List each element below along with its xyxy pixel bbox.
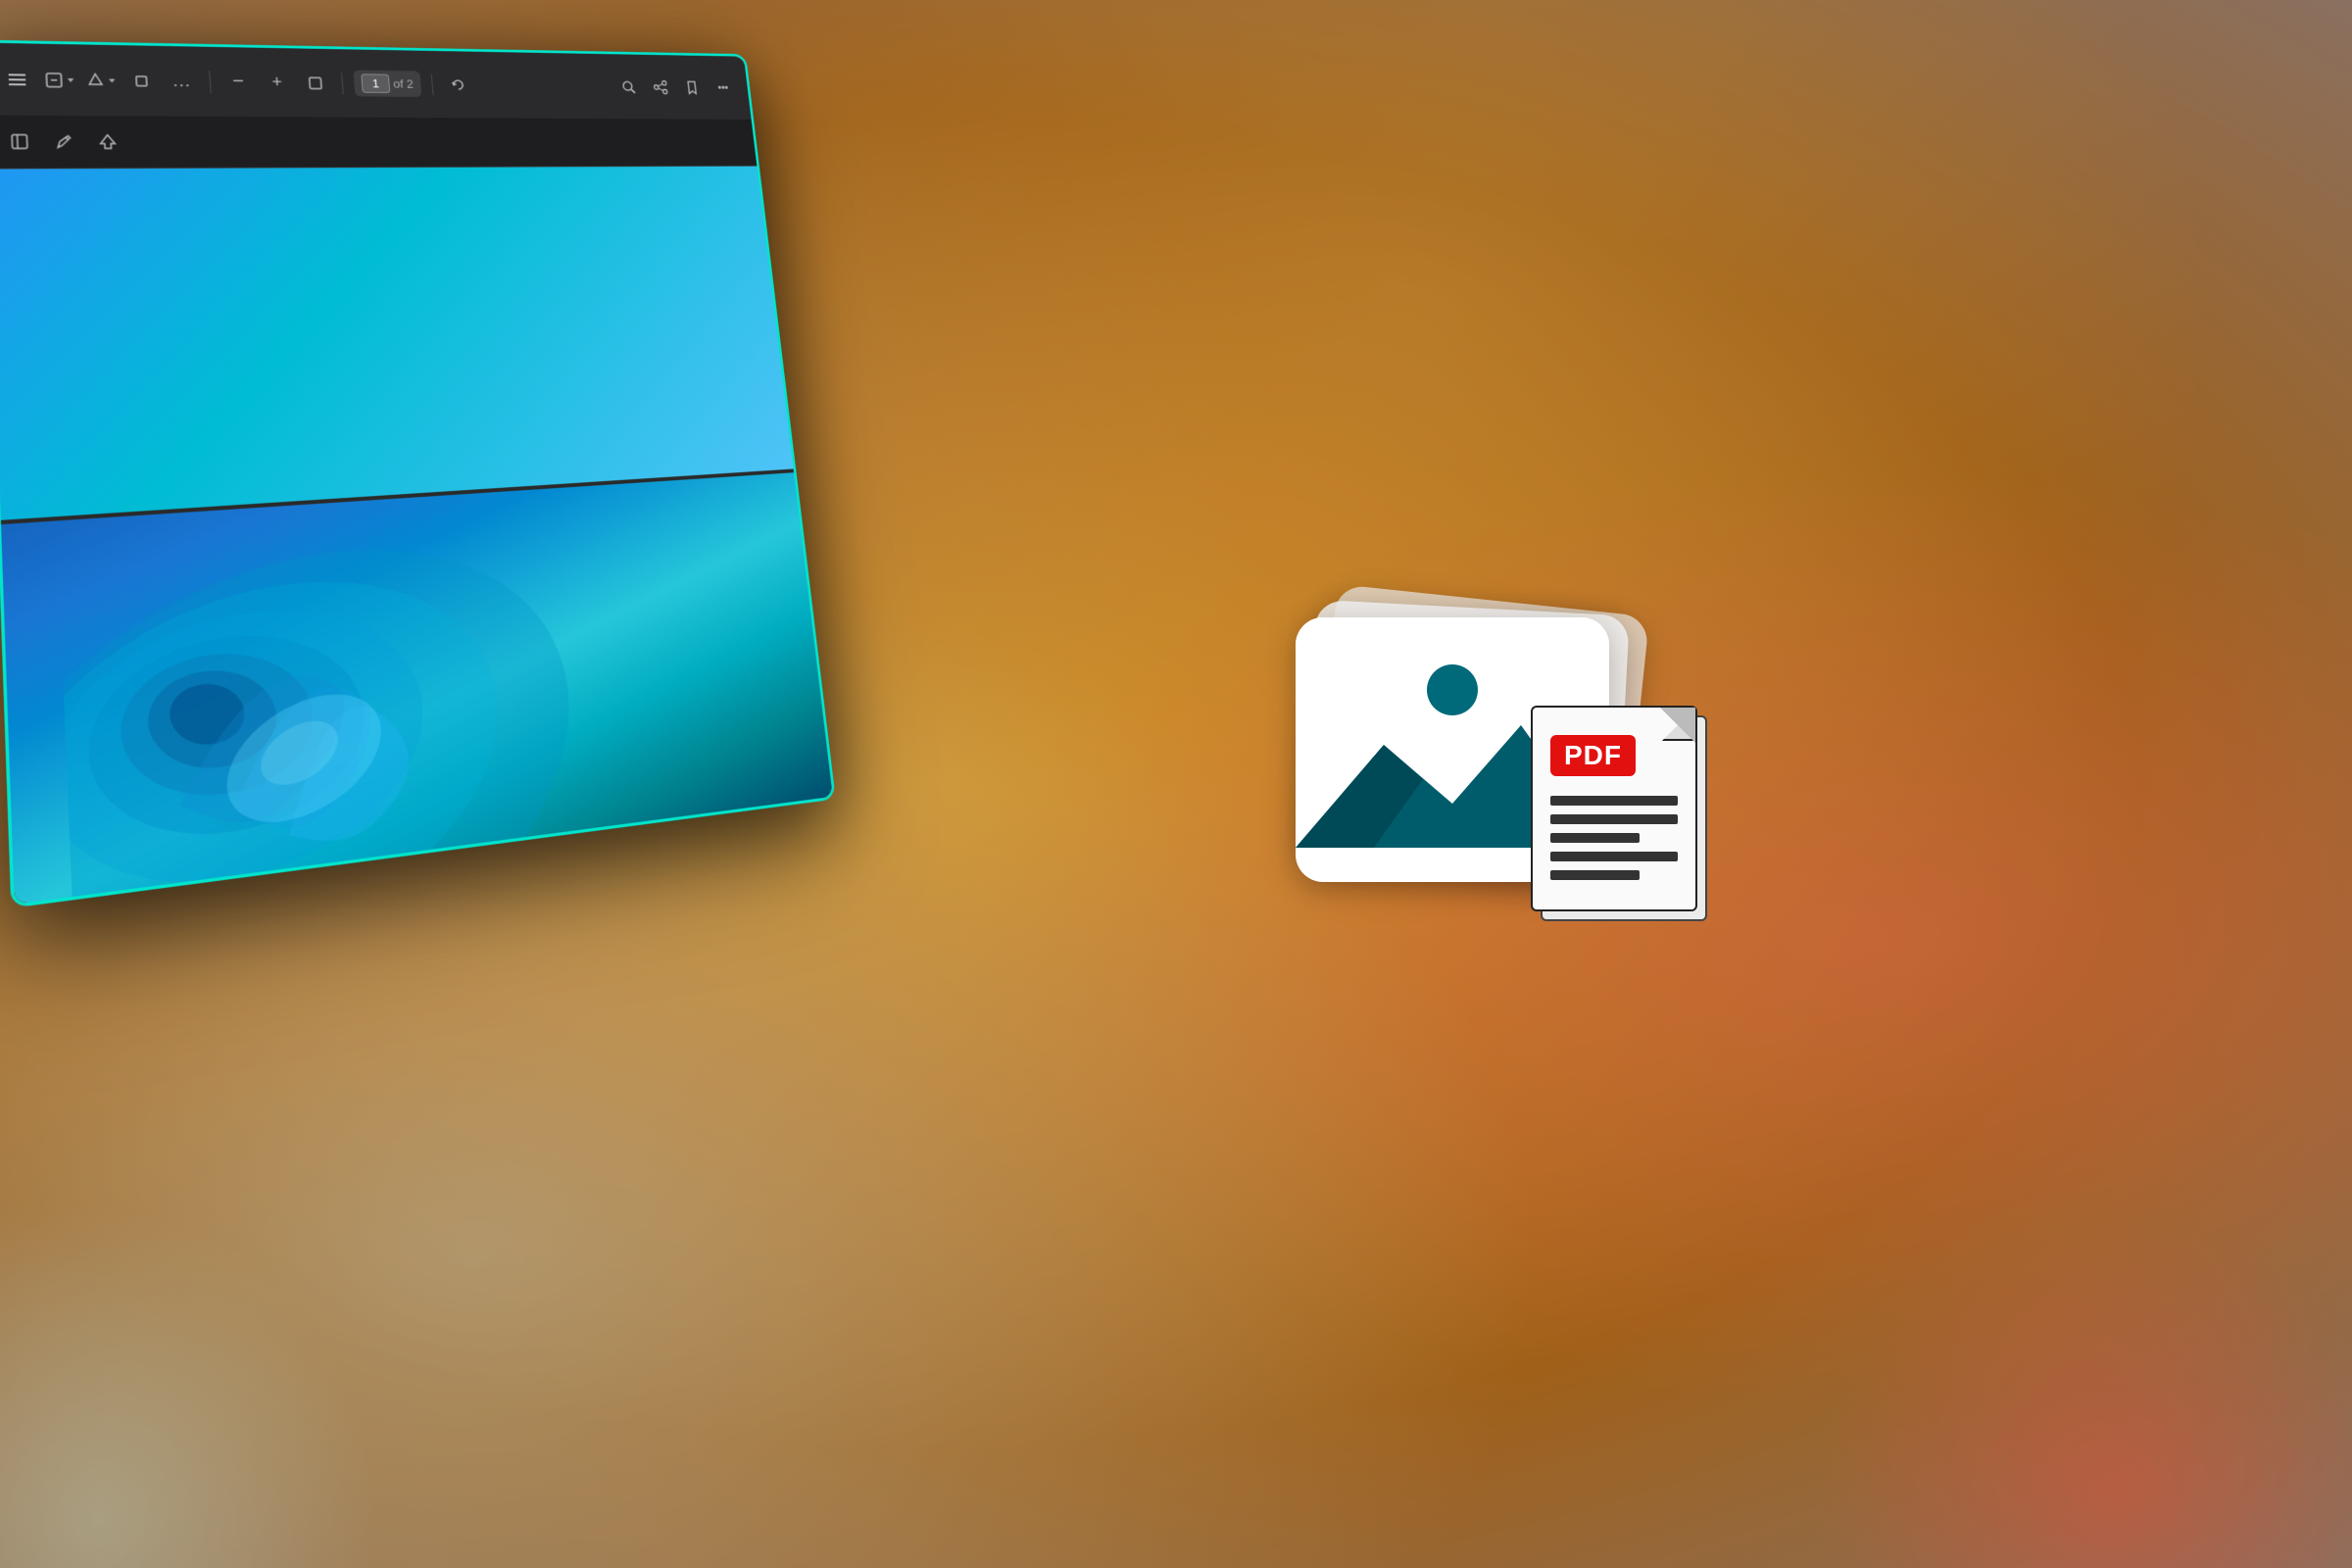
- doc-line-1: [1550, 796, 1678, 806]
- doc-line-5: [1550, 870, 1640, 880]
- more-button[interactable]: ...: [165, 66, 198, 96]
- pdf-badge: PDF: [1550, 735, 1636, 776]
- doc-page-front: PDF: [1531, 706, 1697, 911]
- page-nav-group: of 2: [353, 71, 421, 97]
- zoom-out-button[interactable]: −: [221, 67, 255, 97]
- background-bottom-glow: [1764, 1176, 2352, 1568]
- pdf-pages-area: [0, 167, 833, 905]
- highlight-dropdown-button[interactable]: [83, 65, 118, 95]
- background-left-glow: [0, 1078, 490, 1568]
- page-number-input[interactable]: [361, 74, 390, 93]
- toolbar-right-controls: •••: [613, 73, 738, 101]
- pdf-document-icon: PDF: [1531, 706, 1727, 931]
- rotate-button[interactable]: [442, 71, 473, 99]
- fit-page-button[interactable]: [299, 68, 331, 97]
- photo-stack-icon: PDF: [1296, 617, 1668, 951]
- top-toolbar: ... − + of 2: [0, 43, 752, 120]
- search-button[interactable]: [613, 73, 644, 100]
- sidebar-toggle-button[interactable]: [2, 126, 37, 158]
- icon-composition: PDF: [1168, 529, 1795, 1039]
- doc-line-4: [1550, 852, 1678, 861]
- page-total: of 2: [393, 77, 415, 91]
- doc-line-3: [1550, 833, 1640, 843]
- menu-button[interactable]: [0, 64, 34, 95]
- pdf-page-1: [0, 167, 794, 525]
- separator-2: [341, 73, 344, 94]
- share-button[interactable]: [646, 74, 675, 101]
- more-options-button[interactable]: •••: [709, 74, 738, 101]
- annotation-dropdown-button[interactable]: [42, 65, 76, 96]
- pdf-viewer-window: ... − + of 2: [0, 43, 833, 905]
- doc-text-lines: [1550, 796, 1678, 880]
- annotation-tool-button[interactable]: [46, 126, 81, 158]
- second-toolbar: [0, 116, 757, 170]
- highlight-tool-button[interactable]: [90, 126, 124, 157]
- bookmark-button[interactable]: [677, 74, 707, 101]
- crop-button[interactable]: [124, 66, 159, 96]
- doc-line-2: [1550, 814, 1678, 824]
- separator-1: [209, 71, 211, 93]
- zoom-in-button[interactable]: +: [261, 68, 294, 97]
- separator-3: [430, 74, 433, 95]
